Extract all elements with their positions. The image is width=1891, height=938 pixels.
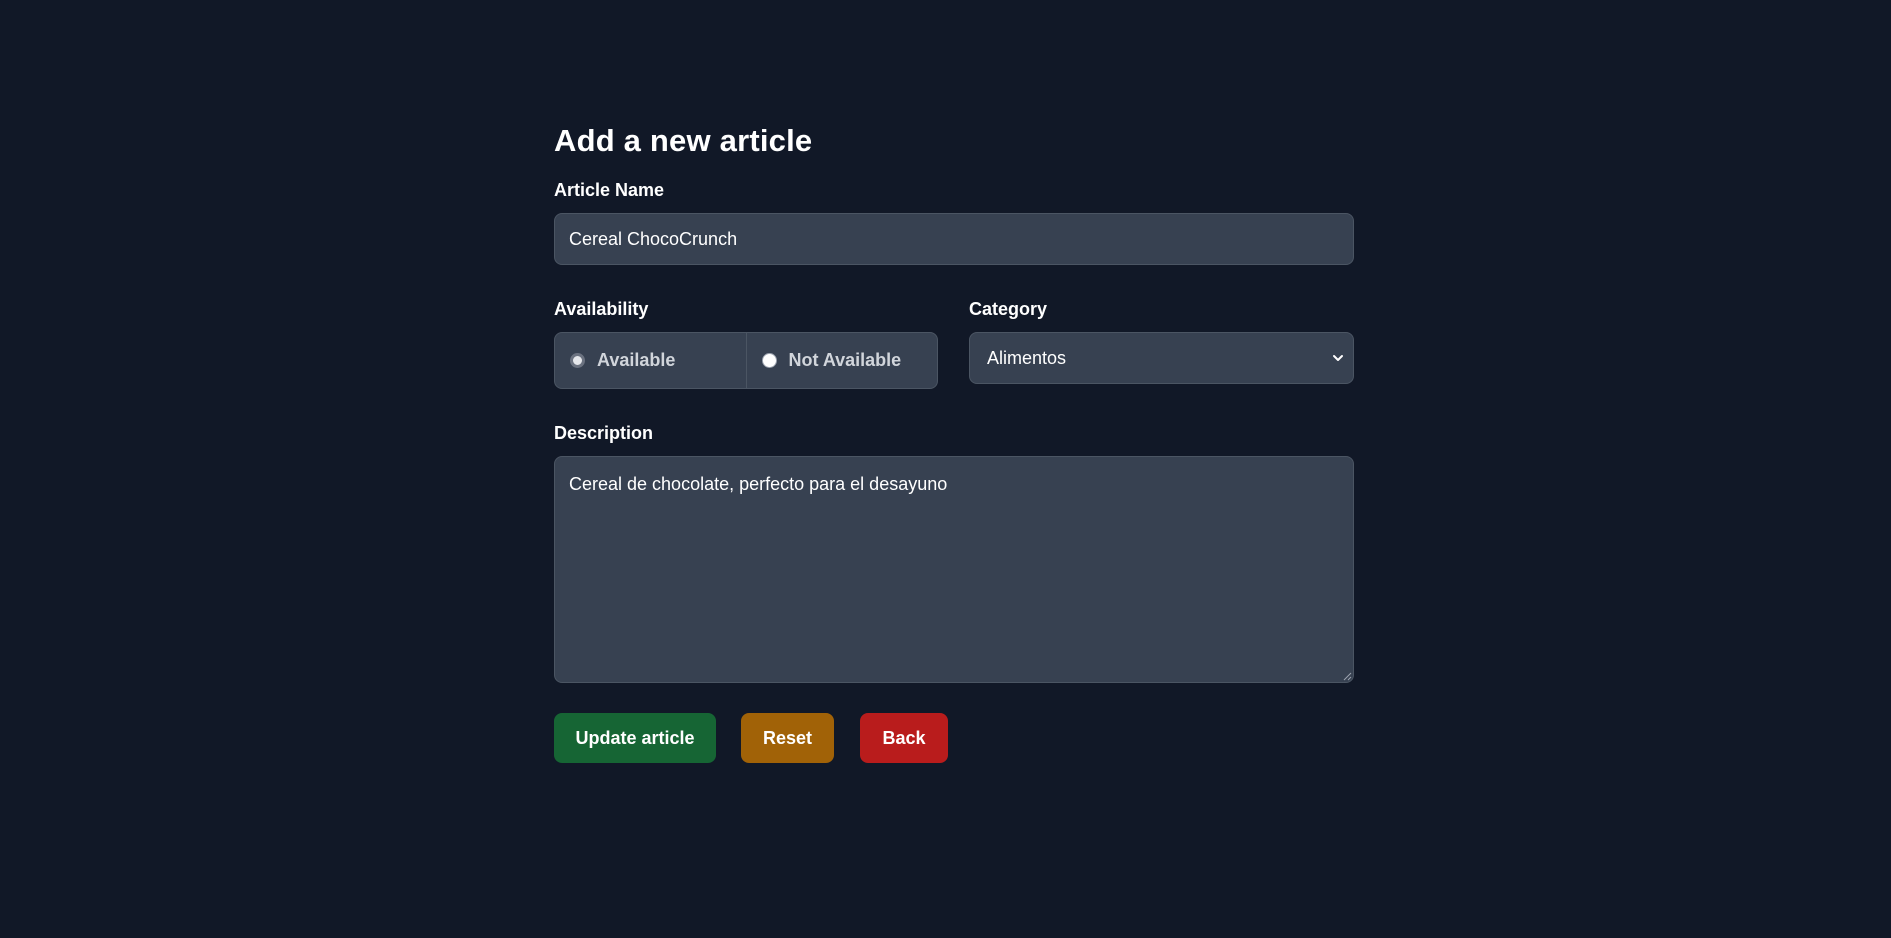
description-value: Cereal de chocolate, perfecto para el de… <box>569 474 948 494</box>
category-select[interactable]: Alimentos <box>969 332 1354 384</box>
update-article-button[interactable]: Update article <box>554 713 716 763</box>
radio-available[interactable] <box>570 353 585 368</box>
availability-option-available[interactable]: Available <box>555 333 746 388</box>
category-selected-value: Alimentos <box>987 347 1067 368</box>
description-textarea[interactable]: Cereal de chocolate, perfecto para el de… <box>554 456 1354 683</box>
category-group: Category Alimentos <box>969 297 1354 389</box>
availability-option-label: Not Available <box>788 350 902 370</box>
reset-button[interactable]: Reset <box>741 713 834 763</box>
availability-option-label: Available <box>597 350 676 370</box>
category-label: Category <box>969 299 1048 319</box>
availability-category-row: Availability Available Not Available Cat… <box>554 297 1354 389</box>
radio-not-available[interactable] <box>761 353 777 368</box>
form-actions: Update article Reset Back <box>554 713 1354 763</box>
chevron-down-icon <box>1331 351 1345 365</box>
availability-group: Availability Available Not Available <box>554 297 938 389</box>
availability-option-not-available[interactable]: Not Available <box>745 333 938 388</box>
article-form: Add a new article Article Name Cereal Ch… <box>554 118 1354 763</box>
article-name-value: Cereal ChocoCrunch <box>569 228 738 249</box>
description-label: Description <box>554 423 654 443</box>
availability-label: Availability <box>554 299 649 319</box>
article-name-input[interactable]: Cereal ChocoCrunch <box>554 213 1354 265</box>
availability-radio-group: Available Not Available <box>554 332 938 389</box>
back-button[interactable]: Back <box>860 713 948 763</box>
page-title: Add a new article <box>554 123 813 158</box>
article-name-label: Article Name <box>554 180 665 200</box>
